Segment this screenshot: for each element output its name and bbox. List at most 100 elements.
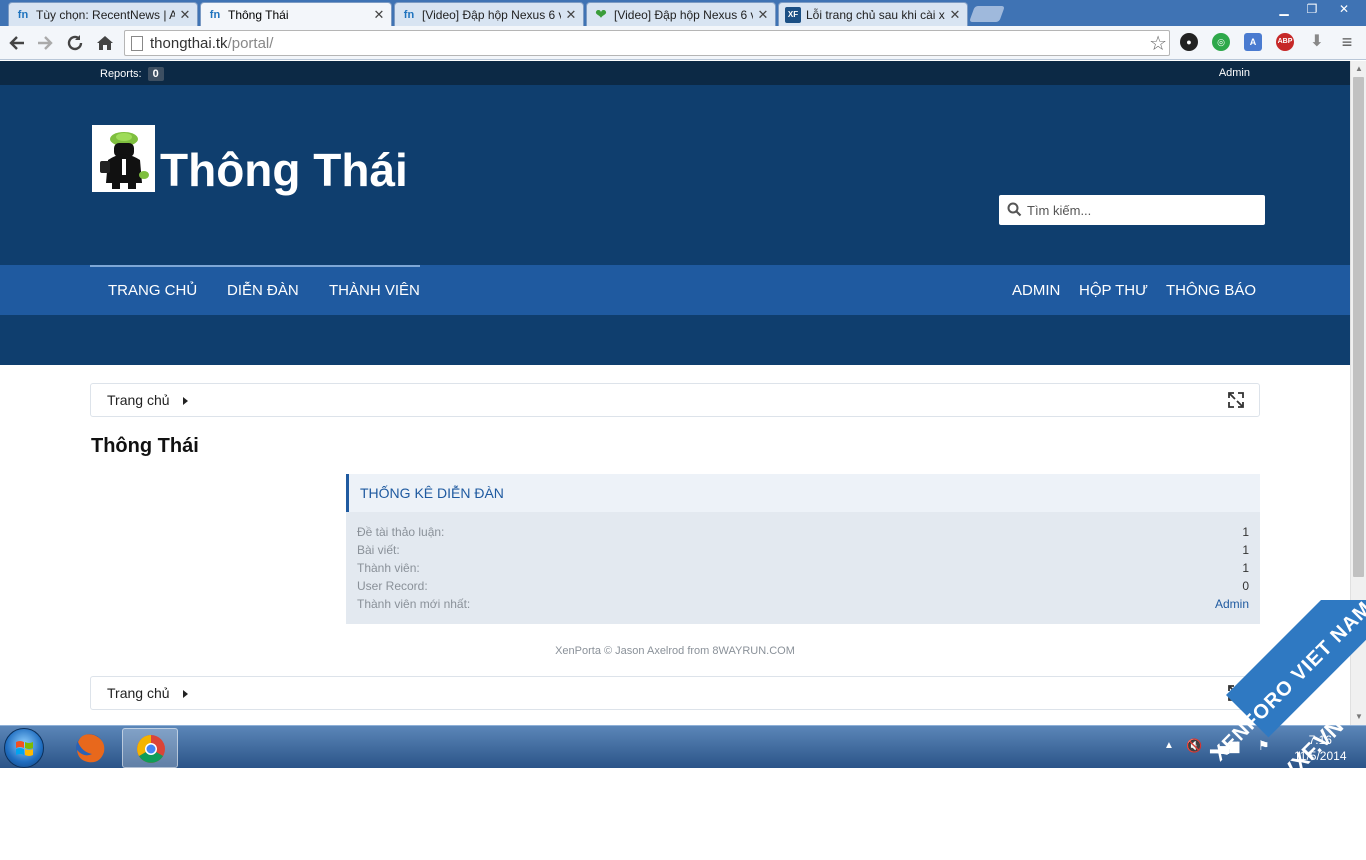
stats-label: Bài viết: <box>357 543 400 557</box>
chrome-taskbar-button[interactable] <box>122 728 178 768</box>
windows-logo-icon <box>16 741 33 756</box>
site-title[interactable]: Thông Thái <box>160 143 408 197</box>
browser-tab-1[interactable]: fn Tùy chọn: RecentNews | A ✕ <box>8 2 198 26</box>
breadcrumb-arrow-icon[interactable] <box>183 690 188 698</box>
url-path: /portal/ <box>227 35 274 52</box>
address-bar[interactable]: thongthai.tk/portal/ ☆ <box>124 30 1170 56</box>
stats-label: User Record: <box>357 579 428 593</box>
firefox-icon <box>76 734 105 763</box>
stats-row: Bài viết: 1 <box>357 543 1249 561</box>
nav-tab-admin[interactable]: Admin <box>1012 282 1060 299</box>
xf-favicon-icon: XF <box>785 6 801 23</box>
volume-muted-icon[interactable]: 🔇 <box>1186 738 1202 754</box>
web-page: Reports: 0 Admin Thông Thái Tìm kiếm... … <box>0 61 1350 725</box>
fn-favicon-icon: fn <box>209 8 221 21</box>
chrome-icon <box>137 735 165 763</box>
close-tab-icon[interactable]: ✕ <box>565 7 577 23</box>
expand-icon[interactable] <box>1227 391 1245 414</box>
search-box <box>999 195 1265 225</box>
taskbar-clock[interactable]: 7:16 11/5/2014 <box>1294 732 1347 764</box>
breadcrumb: Trang chủ <box>90 383 1260 417</box>
scrollbar-thumb[interactable] <box>1353 77 1364 577</box>
admin-user-link[interactable]: Admin <box>1219 67 1250 79</box>
back-arrow-icon[interactable] <box>6 32 28 54</box>
close-tab-icon[interactable]: ✕ <box>757 7 769 23</box>
page-scrollbar[interactable]: ▲ ▼ <box>1350 61 1366 725</box>
firefox-taskbar-button[interactable] <box>62 728 118 768</box>
tab-title: [Video] Đập hộp Nexus 6 v <box>614 7 753 22</box>
ext-dark-icon[interactable]: ● <box>1180 33 1198 51</box>
search-input[interactable] <box>1027 200 1257 220</box>
nav-selection-indicator <box>90 265 420 267</box>
close-tab-icon[interactable]: ✕ <box>179 7 191 23</box>
url-host: thongthai.tk <box>150 35 228 52</box>
start-button[interactable] <box>4 728 44 768</box>
adblock-icon[interactable]: ABP <box>1276 33 1294 51</box>
minimize-icon[interactable]: ▁ <box>1270 0 1298 18</box>
translate-icon[interactable]: A <box>1244 33 1262 51</box>
forum-stats-panel: Thống kê diễn đàn Đề tài thảo luận: 1 Bà… <box>346 474 1260 624</box>
newest-member-link[interactable]: Admin <box>1215 597 1249 611</box>
sub-navigation <box>0 315 1350 365</box>
system-tray: ▲ 🔇 ▂▄▆ ⚑ 7:16 11/5/2014 <box>1160 726 1366 769</box>
nav-tab-inbox[interactable]: Hộp thư <box>1079 282 1148 299</box>
restore-icon[interactable]: ❐ <box>1298 0 1326 18</box>
windows-taskbar: ▲ 🔇 ▂▄▆ ⚑ 7:16 11/5/2014 <box>0 725 1366 768</box>
browser-tab-strip: fn Tùy chọn: RecentNews | A ✕ fn Thông T… <box>0 0 1366 26</box>
fn-favicon-icon: fn <box>403 8 415 21</box>
tab-title: Thông Thái <box>228 7 289 22</box>
close-tab-icon[interactable]: ✕ <box>373 7 385 23</box>
bookmark-star-icon[interactable]: ☆ <box>1149 31 1167 56</box>
nav-tab-alerts[interactable]: Thông báo <box>1166 282 1256 299</box>
tray-expand-icon[interactable]: ▲ <box>1164 740 1174 751</box>
stats-label: Thành viên mới nhất: <box>357 597 471 611</box>
mascot-icon <box>100 132 149 189</box>
breadcrumb-home[interactable]: Trang chủ <box>107 685 170 701</box>
stats-heading: Thống kê diễn đàn <box>360 485 504 501</box>
stats-value: 1 <box>1242 543 1249 557</box>
browser-toolbar: thongthai.tk/portal/ ☆ ● ◎ A ABP ⬇ ≡ <box>0 26 1366 60</box>
browser-tab-2[interactable]: fn Thông Thái ✕ <box>200 2 392 26</box>
menu-icon[interactable]: ≡ <box>1338 33 1356 51</box>
tab-title: Lỗi trang chủ sau khi cài x <box>806 7 945 22</box>
new-tab-button[interactable] <box>969 6 1005 22</box>
expand-icon[interactable] <box>1227 684 1245 707</box>
stats-value: 1 <box>1242 525 1249 539</box>
scroll-up-icon[interactable]: ▲ <box>1351 61 1366 77</box>
nav-tab-forums[interactable]: Diễn đàn <box>227 282 299 299</box>
network-signal-icon[interactable]: ▂▄▆ <box>1210 738 1239 754</box>
copyright-text[interactable]: XenPorta © Jason Axelrod from 8WAYRUN.CO… <box>90 645 1260 657</box>
ext-green-icon[interactable]: ◎ <box>1212 33 1230 51</box>
stats-row: Thành viên: 1 <box>357 561 1249 579</box>
stats-row: Đề tài thảo luận: 1 <box>357 525 1249 543</box>
nav-tab-home[interactable]: Trang chủ <box>108 282 197 299</box>
stats-heading-bar: Thống kê diễn đàn <box>346 474 1260 512</box>
clock-time: 7:16 <box>1308 733 1332 747</box>
reload-icon[interactable] <box>64 32 86 54</box>
home-icon[interactable] <box>94 32 116 54</box>
search-icon <box>1007 202 1022 222</box>
forward-arrow-icon[interactable] <box>34 32 56 54</box>
nav-tab-members[interactable]: Thành viên <box>329 282 420 299</box>
breadcrumb-home[interactable]: Trang chủ <box>107 392 170 408</box>
tab-title: [Video] Đập hộp Nexus 6 v <box>422 7 561 22</box>
reports-count-badge: 0 <box>147 67 164 81</box>
download-icon[interactable]: ⬇ <box>1308 33 1326 51</box>
action-center-icon[interactable]: ⚑ <box>1258 738 1270 754</box>
site-logo[interactable] <box>92 125 155 192</box>
browser-tab-5[interactable]: XF Lỗi trang chủ sau khi cài x ✕ <box>778 2 968 26</box>
heart-favicon-icon: ❤ <box>595 6 607 22</box>
close-window-icon[interactable]: ✕ <box>1326 0 1362 18</box>
stats-label: Thành viên: <box>357 561 420 575</box>
page-icon <box>131 36 143 51</box>
url-text[interactable]: thongthai.tk/portal/ <box>150 35 273 52</box>
breadcrumb-arrow-icon[interactable] <box>183 397 188 405</box>
page-title: Thông Thái <box>91 435 199 457</box>
reports-link[interactable]: Reports: 0 <box>100 67 164 81</box>
browser-tab-4[interactable]: ❤ [Video] Đập hộp Nexus 6 v ✕ <box>586 2 776 26</box>
close-tab-icon[interactable]: ✕ <box>949 7 961 23</box>
scroll-down-icon[interactable]: ▼ <box>1351 709 1366 725</box>
main-navigation: Trang chủ Diễn đàn Thành viên Admin Hộp … <box>0 265 1350 315</box>
browser-tab-3[interactable]: fn [Video] Đập hộp Nexus 6 v ✕ <box>394 2 584 26</box>
stats-value: 1 <box>1242 561 1249 575</box>
